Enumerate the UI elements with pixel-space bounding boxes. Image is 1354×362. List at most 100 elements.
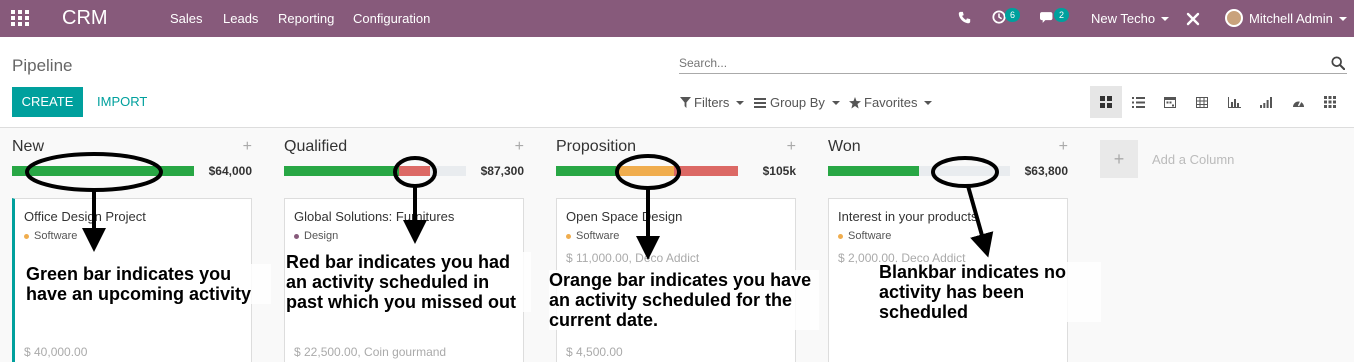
progress-green [556,166,617,176]
progress-green [12,166,194,176]
card-title: Office Design Project [24,209,146,224]
card-title: Interest in your products [838,209,978,224]
annotation-text-blank: Blankbar indicates no activity has been … [879,262,1101,322]
phone-icon[interactable] [958,11,971,24]
activity-count-badge: 6 [1005,8,1020,22]
user-name: Mitchell Admin [1249,11,1333,26]
search-box [679,53,1347,74]
import-button[interactable]: IMPORT [97,94,147,109]
groupby-icon [754,97,766,108]
star-icon [849,96,861,108]
progress-orange [616,166,675,176]
quick-create-icon[interactable]: + [787,138,796,156]
column-title[interactable]: Won [828,138,861,156]
table-icon [1196,96,1208,108]
tag-label: Software [34,230,78,242]
calendar-icon [1164,97,1176,108]
card-amount-secondary: $ 4,500.00 [566,345,623,359]
progress-red [398,166,430,176]
annotation-text-orange: Orange bar indicates you have an activit… [549,270,819,330]
menu-sales[interactable]: Sales [170,11,203,26]
graph-view-button[interactable] [1218,86,1250,118]
view-switcher [1090,86,1346,118]
quick-create-icon[interactable]: + [1059,138,1068,156]
caret-down-icon [1338,16,1347,21]
groupby-label: Group By [770,95,825,110]
caret-down-icon [1161,16,1170,21]
column-total: $105k [762,164,796,178]
cohort-view-button[interactable] [1250,86,1282,118]
activity-progress-bar[interactable] [828,166,1010,176]
column-title[interactable]: Proposition [556,138,636,156]
column-title[interactable]: New [12,138,44,156]
tag-dot [838,233,843,239]
annotation-text-red: Red bar indicates you had an activity sc… [286,252,531,312]
card-title: Open Space Design [566,209,683,224]
card-title: Global Solutions: Furnitures [294,209,455,224]
kanban-column-qualified: Qualified + $87,300 Global Solutions: Fu… [284,128,524,362]
top-navbar: CRM Sales Leads Reporting Configuration … [0,0,1354,37]
grid-icon [1324,96,1336,108]
tag-label: Software [576,230,620,242]
quick-create-icon[interactable]: + [515,138,524,156]
kanban-view-button[interactable] [1090,86,1122,118]
column-total: $64,000 [208,164,252,178]
favorites-label: Favorites [864,95,918,110]
card-amount: $ 11,000.00, Deco Addict [566,251,700,265]
filters-label: Filters [694,95,730,110]
annotation-text-green: Green bar indicates you have an upcoming… [26,264,271,304]
messages-count-badge: 2 [1054,8,1069,22]
pivot-view-button[interactable] [1186,86,1218,118]
user-menu[interactable]: Mitchell Admin [1249,0,1347,37]
card-amount: $ 40,000.00 [24,345,88,359]
card-tag: Software [838,230,891,242]
column-total: $63,800 [1024,164,1068,178]
column-title[interactable]: Qualified [284,138,347,156]
add-column-label[interactable]: Add a Column [1152,152,1234,167]
calendar-view-button[interactable] [1154,86,1186,118]
filter-icon [680,97,691,108]
company-switcher[interactable]: New Techo [1091,0,1170,37]
progress-red [674,166,738,176]
tag-dot [24,233,29,239]
progress-green [828,166,919,176]
activity-progress-bar[interactable] [556,166,738,176]
activity-progress-bar[interactable] [12,166,194,176]
menu-configuration[interactable]: Configuration [353,11,430,26]
tag-label: Design [304,230,339,242]
card-tag: Software [24,230,77,242]
card-tag: Design [294,230,338,242]
menu-reporting[interactable]: Reporting [278,11,334,26]
activity-view-button[interactable] [1314,86,1346,118]
gauge-icon [1292,100,1304,107]
activity-clock-icon[interactable] [992,10,1006,24]
kanban-icon [1100,96,1112,108]
filters-dropdown[interactable]: Filters [680,95,745,110]
menu-leads[interactable]: Leads [223,11,258,26]
search-icon[interactable] [1331,56,1345,70]
kanban-column-won: Won + $63,800 Interest in your products … [828,128,1068,362]
kanban-column-new: New + $64,000 Office Design Project Soft… [12,128,252,362]
tag-label: Software [848,230,892,242]
dashboard-view-button[interactable] [1282,86,1314,118]
tag-dot [294,233,299,239]
search-input[interactable] [679,53,1319,73]
apps-menu-icon[interactable] [11,10,29,26]
list-view-button[interactable] [1122,86,1154,118]
card-tag: Software [566,230,619,242]
user-avatar[interactable] [1225,9,1243,27]
add-column-button[interactable]: + [1100,140,1138,178]
create-button[interactable]: CREATE [12,87,83,117]
debug-tools-icon[interactable] [1186,12,1200,26]
tag-dot [566,233,571,239]
activity-progress-bar[interactable] [284,166,466,176]
groupby-dropdown[interactable]: Group By [754,95,840,110]
breadcrumb: Pipeline [12,56,73,75]
caret-down-icon [831,100,840,105]
signal-icon [1260,96,1272,108]
quick-create-icon[interactable]: + [243,138,252,156]
favorites-dropdown[interactable]: Favorites [849,95,933,110]
bar-chart-icon [1227,96,1241,108]
card-amount: $ 22,500.00, Coin gourmand [294,345,447,359]
list-icon [1131,96,1145,108]
